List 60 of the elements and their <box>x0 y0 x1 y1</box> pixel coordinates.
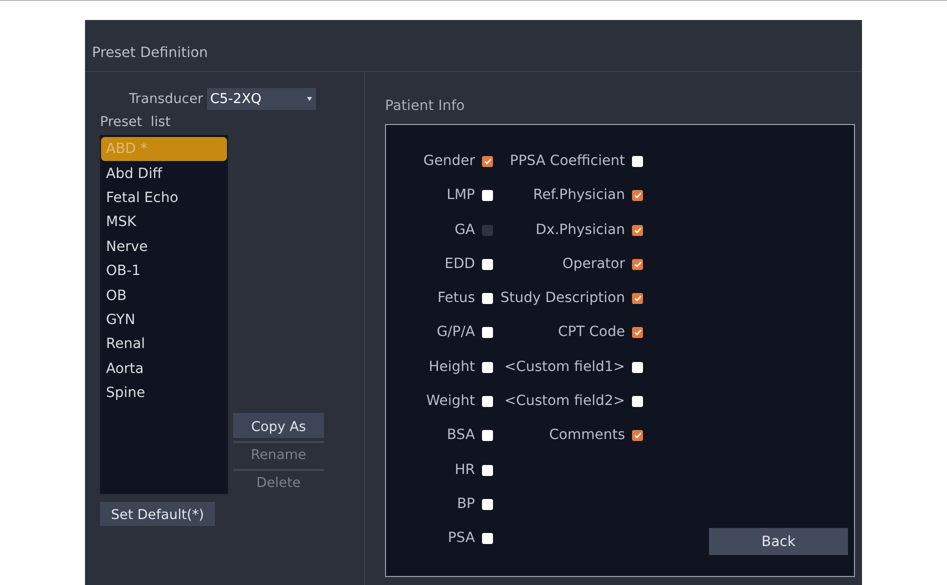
list-item[interactable]: OB-1 <box>101 258 227 284</box>
field-label: BSA <box>446 426 475 444</box>
caret-icon <box>307 97 312 101</box>
checkbox[interactable] <box>632 258 643 270</box>
section-title: Patient Info <box>385 98 466 114</box>
field-label: GA <box>454 220 475 239</box>
field-label: Dx.Physician <box>536 220 625 239</box>
field-label: Gender <box>423 152 475 170</box>
field-label: BP <box>456 494 475 513</box>
list-item[interactable]: Abd Diff <box>101 161 227 186</box>
field-label: G/P/A <box>436 323 475 342</box>
list-label: Preset list <box>100 114 172 130</box>
checkbox[interactable] <box>482 190 493 202</box>
field-label: Fetus <box>437 289 475 308</box>
field-label: Weight <box>426 392 475 410</box>
checkbox[interactable] <box>482 293 493 304</box>
list-item[interactable]: Spine <box>101 380 227 406</box>
field-label: Study Description <box>500 289 625 308</box>
list-item[interactable]: GYN <box>101 308 227 332</box>
window-title: Preset Definition <box>92 45 208 61</box>
checkbox[interactable] <box>632 396 643 408</box>
back-button[interactable]: Back <box>709 528 848 555</box>
transducer-dropdown[interactable]: C5-2XQ <box>207 88 316 110</box>
field-label: PSA <box>448 529 475 548</box>
checkbox[interactable] <box>482 533 493 544</box>
checkbox[interactable] <box>482 156 493 167</box>
list-item[interactable]: OB <box>101 283 227 308</box>
checkbox[interactable] <box>482 396 493 408</box>
checkbox[interactable] <box>632 190 643 202</box>
field-label: CPT Code <box>558 323 625 342</box>
transducer-label: Transducer <box>129 91 204 107</box>
checkbox[interactable] <box>482 258 493 270</box>
checkbox[interactable] <box>632 362 643 373</box>
field-label: Height <box>428 358 475 376</box>
checkbox[interactable] <box>632 327 643 338</box>
list-item[interactable]: Nerve <box>101 234 227 259</box>
checkbox[interactable] <box>482 430 493 442</box>
checkbox[interactable] <box>632 293 643 304</box>
field-label: HR <box>454 460 475 479</box>
checkbox[interactable] <box>632 224 643 236</box>
set-default-button[interactable]: Set Default(*) <box>100 502 215 526</box>
checkbox[interactable] <box>632 156 643 167</box>
checkbox[interactable] <box>482 464 493 476</box>
checkbox[interactable] <box>482 362 493 373</box>
checkbox[interactable] <box>632 430 643 442</box>
checkbox[interactable] <box>482 498 493 510</box>
checkbox[interactable] <box>482 327 493 338</box>
field-label: <Custom field2> <box>504 392 625 410</box>
field-label: LMP <box>446 186 475 204</box>
list-item[interactable]: MSK <box>101 210 227 235</box>
action-button[interactable]: Copy As <box>233 413 324 438</box>
field-label: Comments <box>549 426 625 444</box>
field-label: Operator <box>562 254 625 273</box>
field-label: PPSA Coefficient <box>510 152 625 170</box>
list-item[interactable]: Aorta <box>101 356 227 381</box>
list-item[interactable]: Fetal Echo <box>101 186 227 210</box>
field-label: <Custom field1> <box>504 358 625 376</box>
field-label: Ref.Physician <box>533 186 625 204</box>
list-item[interactable]: Renal <box>101 332 227 357</box>
field-label: EDD <box>444 254 475 273</box>
